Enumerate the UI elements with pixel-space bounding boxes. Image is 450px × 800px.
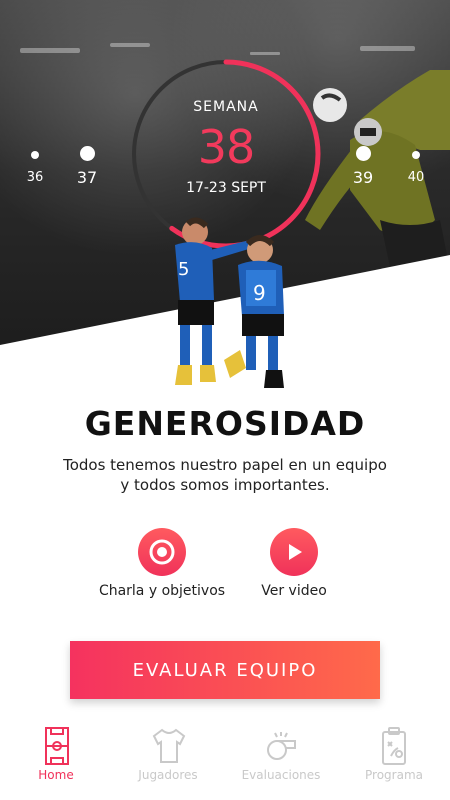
bottom-tab-bar: Home Jugadores Evaluaciones Programa xyxy=(0,716,450,800)
svg-text:9: 9 xyxy=(253,281,266,305)
week-label: SEMANA xyxy=(193,99,259,115)
charla-objetivos-label[interactable]: Charla y objetivos xyxy=(92,583,232,600)
week-number[interactable]: 38 xyxy=(130,120,322,174)
tab-jugadores-label[interactable]: Jugadores xyxy=(112,768,224,782)
charla-objetivos-button[interactable]: Charla y objetivos xyxy=(92,528,232,600)
lesson-description: Todos tenemos nuestro papel en un equipo… xyxy=(63,456,387,494)
clipboard-icon xyxy=(382,727,406,765)
jersey-icon xyxy=(152,728,186,763)
tab-evaluaciones-label[interactable]: Evaluaciones xyxy=(225,768,337,782)
lesson-title: GENEROSIDAD xyxy=(84,404,366,443)
tab-programa-label[interactable]: Programa xyxy=(338,768,450,782)
tab-evaluaciones[interactable]: Evaluaciones xyxy=(225,716,337,800)
week-39-label[interactable]: 39 xyxy=(343,168,383,187)
week-date-range: 17-23 SEPT xyxy=(186,180,266,196)
week-36-label[interactable]: 36 xyxy=(15,170,55,185)
week-37-dot[interactable] xyxy=(80,146,95,161)
tab-jugadores[interactable]: Jugadores xyxy=(112,716,224,800)
players-image: 5 9 xyxy=(175,217,284,388)
week-40-dot[interactable] xyxy=(412,151,420,159)
week-37-label[interactable]: 37 xyxy=(67,168,107,187)
play-icon[interactable] xyxy=(270,528,318,576)
tab-home-label[interactable]: Home xyxy=(0,768,112,782)
field-icon xyxy=(45,727,69,765)
week-39-dot[interactable] xyxy=(356,146,371,161)
tab-home[interactable]: Home xyxy=(0,716,112,800)
target-icon[interactable] xyxy=(138,528,186,576)
ver-video-button[interactable]: Ver video xyxy=(224,528,364,600)
week-40-label[interactable]: 40 xyxy=(396,170,436,185)
svg-text:5: 5 xyxy=(178,259,189,280)
week-36-dot[interactable] xyxy=(31,151,39,159)
whistle-icon xyxy=(267,732,296,760)
tab-programa[interactable]: Programa xyxy=(338,716,450,800)
evaluar-equipo-button[interactable]: EVALUAR EQUIPO xyxy=(70,641,380,699)
ver-video-label[interactable]: Ver video xyxy=(224,583,364,600)
